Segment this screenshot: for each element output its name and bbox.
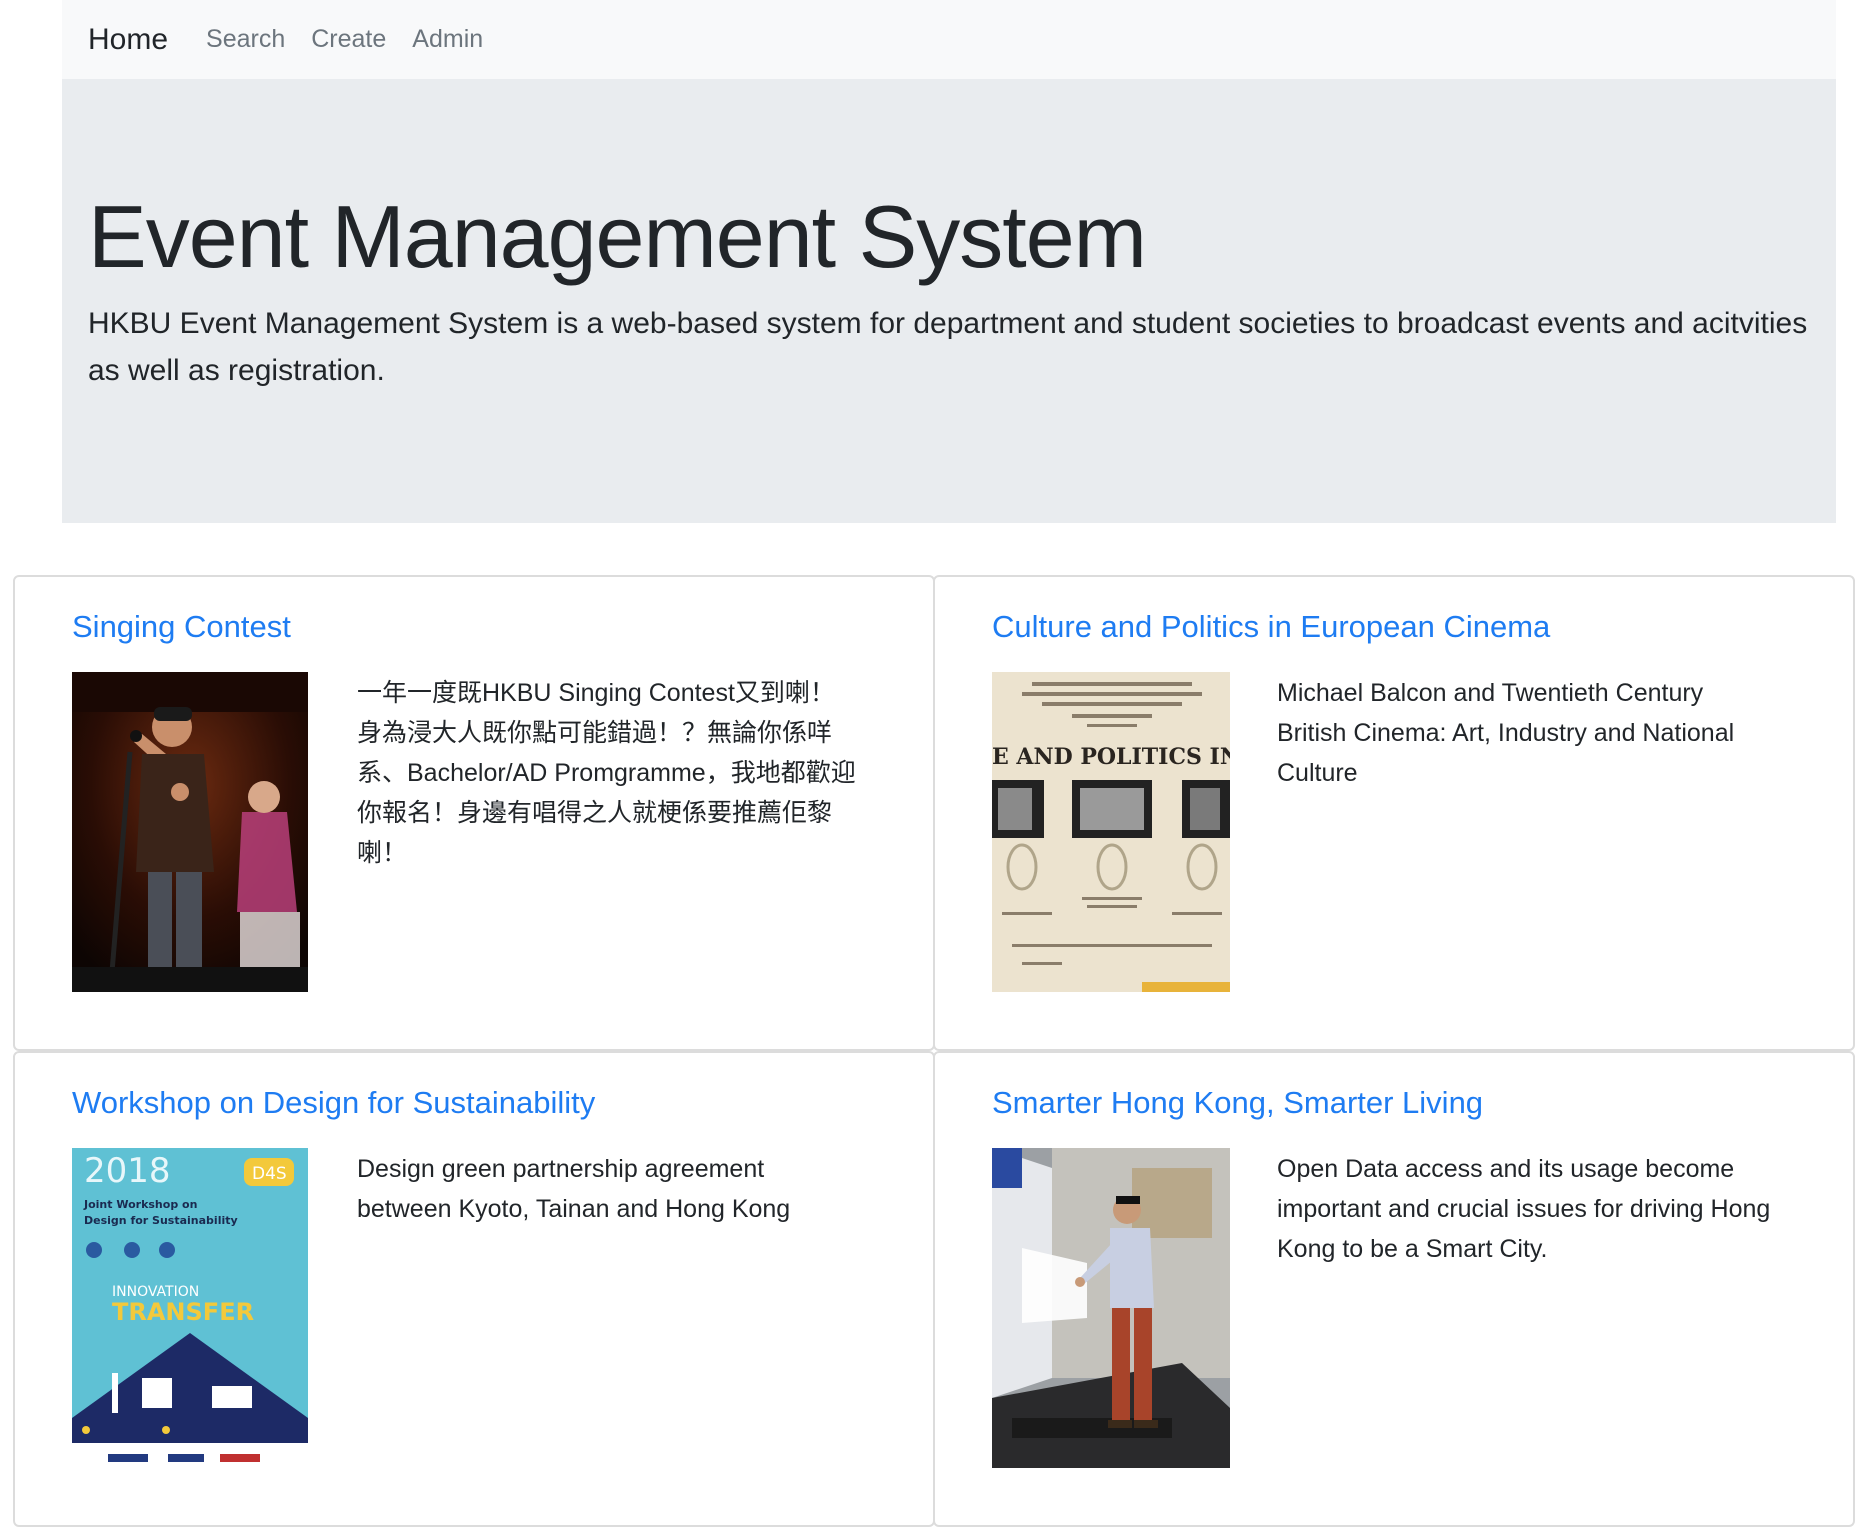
cinema-poster-image: E AND POLITICS IN EUROPEAN [992, 672, 1230, 992]
singer-photo[interactable] [72, 672, 308, 992]
event-description: Michael Balcon and Twentieth Century Bri… [1277, 679, 1735, 787]
poster-badge: D4S [252, 1164, 287, 1184]
navbar: Home Search Create Admin [62, 0, 1836, 79]
jumbotron: Event Management System HKBU Event Manag… [62, 79, 1836, 523]
cinema-poster[interactable]: E AND POLITICS IN EUROPEAN [992, 672, 1230, 992]
nav-search-link[interactable]: Search [206, 25, 285, 54]
poster-line2: Design for Sustainability [84, 1214, 238, 1227]
page-title: Event Management System [88, 187, 1147, 286]
singer-photo-image [72, 672, 308, 992]
workshop-poster[interactable]: 2018 D4S Joint Workshop on Design for Su… [72, 1148, 308, 1468]
page-lead: HKBU Event Management System is a web-ba… [88, 306, 1808, 387]
poster-year: 2018 [84, 1151, 171, 1191]
event-title-link[interactable]: Smarter Hong Kong, Smarter Living [992, 1085, 1483, 1121]
event-description: 一年一度既HKBU Singing Contest又到喇！身為浸大人既你點可能錯… [357, 679, 856, 867]
event-card-grid: Singing Contest 一年一度既HKBU Singing Contes… [13, 575, 1855, 1527]
presenter-photo[interactable] [992, 1148, 1230, 1468]
event-title-link[interactable]: Workshop on Design for Sustainability [72, 1085, 595, 1121]
nav-create-link[interactable]: Create [311, 25, 386, 54]
event-title-link[interactable]: Culture and Politics in European Cinema [992, 609, 1550, 645]
nav-admin-link[interactable]: Admin [412, 25, 483, 54]
presenter-photo-image [992, 1148, 1230, 1468]
event-title-link[interactable]: Singing Contest [72, 609, 291, 645]
poster-headline: E AND POLITICS IN EUROPEAN [992, 744, 1230, 770]
poster-line1: Joint Workshop on [83, 1198, 197, 1211]
event-card: Culture and Politics in European Cinema … [933, 575, 1855, 1051]
event-card: Smarter Hong Kong, Smarter Living Open D… [933, 1051, 1855, 1527]
event-card: Singing Contest 一年一度既HKBU Singing Contes… [13, 575, 935, 1051]
event-description: Design green partnership agreement betwe… [357, 1155, 791, 1223]
event-description: Open Data access and its usage become im… [1277, 1155, 1771, 1263]
event-card: Workshop on Design for Sustainability 20… [13, 1051, 935, 1527]
poster-transfer: TRANSFER [112, 1298, 254, 1326]
workshop-poster-image: 2018 D4S Joint Workshop on Design for Su… [72, 1148, 308, 1468]
nav-home-link[interactable]: Home [88, 23, 168, 57]
